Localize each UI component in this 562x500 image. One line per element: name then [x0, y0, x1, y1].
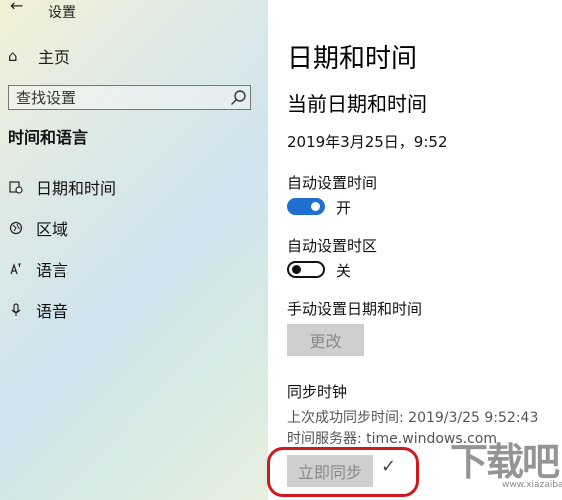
region-icon [8, 220, 24, 236]
home-nav-item[interactable]: ⌂ 主页 [8, 44, 70, 68]
back-arrow-icon[interactable]: ← [10, 0, 23, 15]
auto-time-toggle[interactable] [287, 198, 325, 215]
search-box[interactable] [8, 85, 251, 110]
sync-clock-title: 同步时钟 [287, 383, 348, 401]
auto-timezone-state: 关 [336, 262, 352, 280]
search-input[interactable] [9, 86, 226, 109]
main-panel: 日期和时间 当前日期和时间 2019年3月25日，9:52 自动设置时间 开 自… [268, 0, 562, 500]
sidebar-item-label: 区域 [36, 220, 69, 239]
toggle-knob [311, 202, 320, 211]
sidebar-item-date-time[interactable]: 日期和时间 [8, 175, 116, 199]
sidebar-item-label: 日期和时间 [36, 179, 117, 198]
sync-now-button[interactable]: 立即同步 [287, 455, 373, 487]
auto-time-label: 自动设置时间 [287, 174, 378, 192]
sidebar-item-region[interactable]: 区域 [8, 216, 68, 240]
microphone-icon [8, 302, 24, 318]
current-datetime-heading: 当前日期和时间 [287, 92, 427, 116]
sidebar-item-label: 语言 [36, 261, 69, 280]
sidebar: ← 设置 ⌂ 主页 时间和语言 日期和时间 区域 语言 语音 [0, 0, 268, 500]
change-button[interactable]: 更改 [287, 324, 364, 356]
language-icon [8, 261, 24, 277]
current-datetime-value: 2019年3月25日，9:52 [287, 133, 448, 151]
search-icon[interactable] [228, 88, 248, 108]
window-title: 设置 [48, 5, 76, 21]
time-server-text: 时间服务器: time.windows.com [287, 431, 498, 447]
section-title: 时间和语言 [8, 128, 89, 147]
sidebar-item-label: 语音 [36, 302, 69, 321]
last-sync-text: 上次成功同步时间: 2019/3/25 9:52:43 [287, 410, 539, 426]
manual-datetime-label: 手动设置日期和时间 [287, 300, 423, 318]
auto-timezone-toggle[interactable] [287, 261, 325, 278]
home-icon: ⌂ [8, 47, 18, 65]
auto-time-state: 开 [336, 199, 352, 217]
title-bar: ← 设置 [0, 0, 268, 21]
auto-timezone-label: 自动设置时区 [287, 237, 378, 255]
home-label: 主页 [38, 48, 71, 67]
calendar-clock-icon [8, 179, 24, 195]
checkmark-icon: ✓ [381, 456, 397, 477]
sidebar-item-speech[interactable]: 语音 [8, 298, 68, 322]
page-title: 日期和时间 [287, 44, 418, 74]
toggle-knob [292, 265, 301, 274]
sidebar-item-language[interactable]: 语言 [8, 257, 68, 281]
